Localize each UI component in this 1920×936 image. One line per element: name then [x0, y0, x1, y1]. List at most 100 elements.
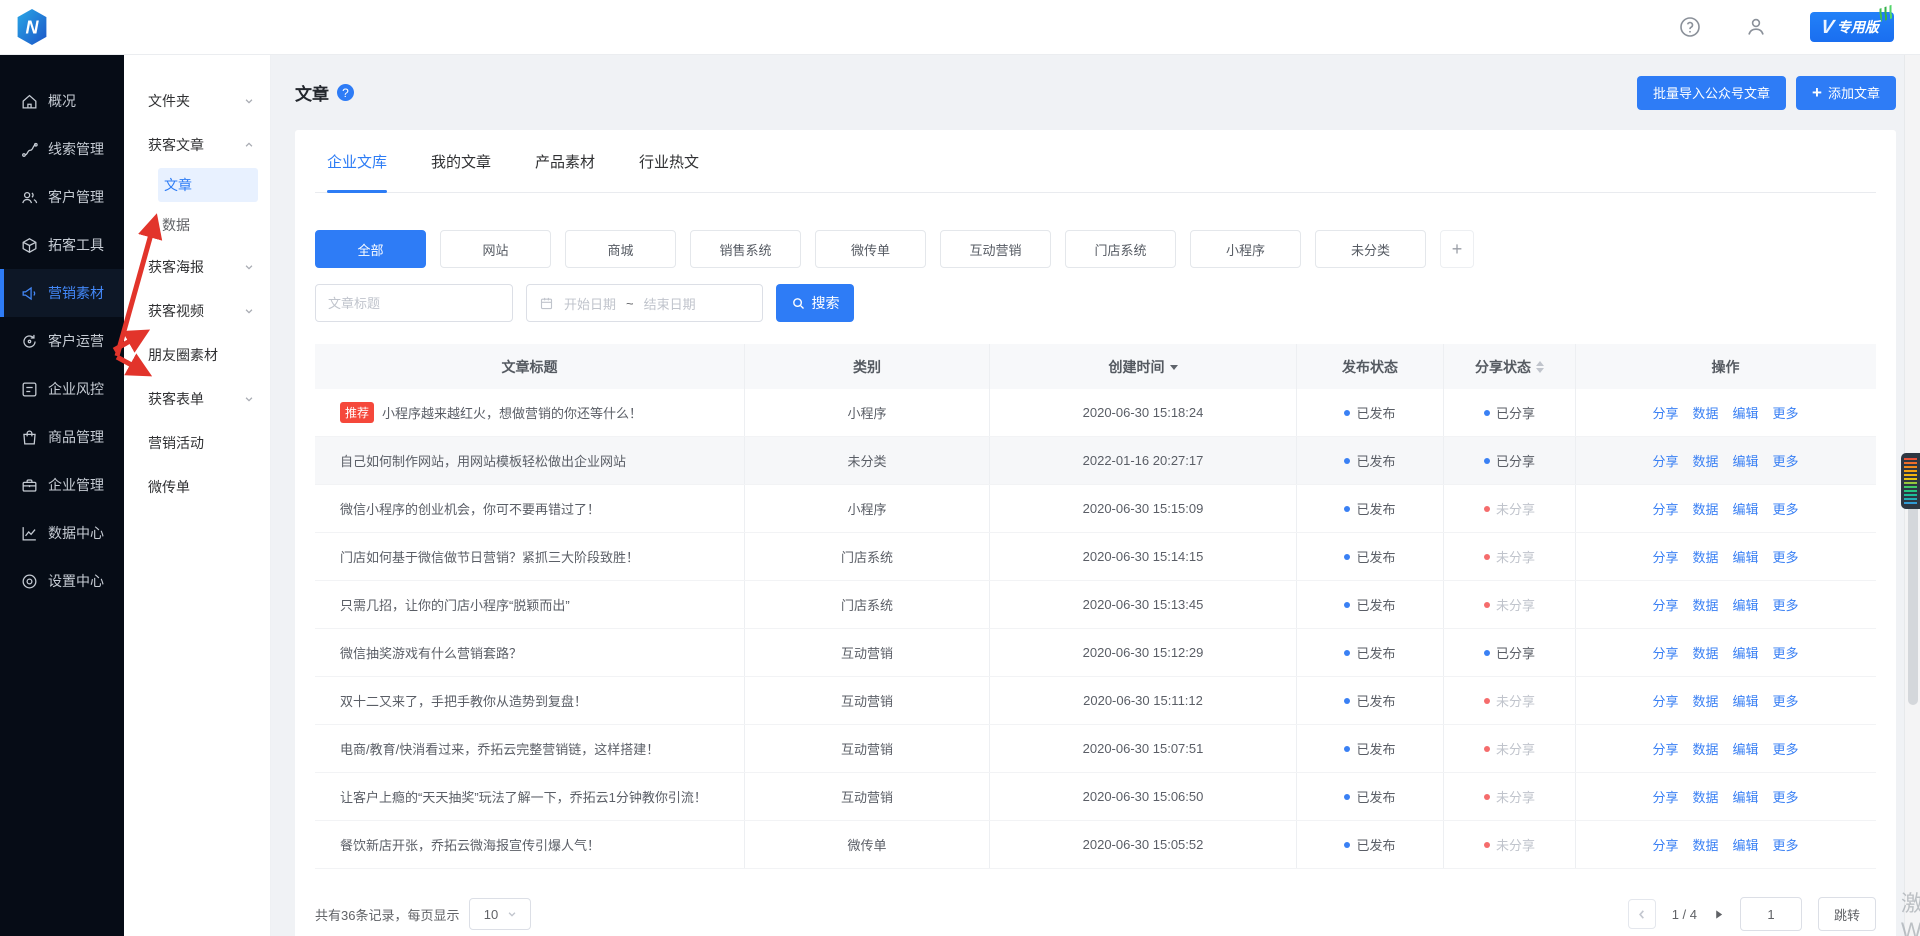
add-category-button[interactable]: +	[1440, 230, 1474, 268]
action-more[interactable]: 更多	[1773, 547, 1799, 566]
action-share[interactable]: 分享	[1652, 787, 1678, 806]
action-edit[interactable]: 编辑	[1733, 403, 1759, 422]
sidebar-item-goods[interactable]: 商品管理	[0, 413, 124, 461]
action-data[interactable]: 数据	[1692, 595, 1718, 614]
action-more[interactable]: 更多	[1773, 835, 1799, 854]
filter-chip-1[interactable]: 网站	[440, 230, 551, 268]
help-icon[interactable]	[1678, 15, 1702, 39]
submenu-item-lead-articles[interactable]: 获客文章	[124, 123, 270, 167]
action-data[interactable]: 数据	[1692, 547, 1718, 566]
action-more[interactable]: 更多	[1773, 499, 1799, 518]
sidebar-item-tools[interactable]: 拓客工具	[0, 221, 124, 269]
page-size-select[interactable]: 10	[469, 898, 531, 930]
action-data[interactable]: 数据	[1692, 835, 1718, 854]
add-article-button[interactable]: + 添加文章	[1796, 76, 1896, 110]
sidebar-item-leads[interactable]: 线索管理	[0, 125, 124, 173]
submenu-item-lead-videos[interactable]: 获客视频	[124, 289, 270, 333]
action-share[interactable]: 分享	[1652, 451, 1678, 470]
page-help-icon[interactable]: ?	[337, 84, 354, 101]
date-range-picker[interactable]: 开始日期 ~ 结束日期	[526, 284, 763, 322]
action-edit[interactable]: 编辑	[1733, 595, 1759, 614]
action-data[interactable]: 数据	[1692, 643, 1718, 662]
article-title-cell[interactable]: 门店如何基于微信做节日营销？紧抓三大阶段致胜！	[315, 533, 745, 580]
action-share[interactable]: 分享	[1652, 835, 1678, 854]
article-title-cell[interactable]: 餐饮新店开张，乔拓云微海报宣传引爆人气！	[315, 821, 745, 868]
submenu-item-micro-flyer[interactable]: 微传单	[124, 465, 270, 509]
action-more[interactable]: 更多	[1773, 403, 1799, 422]
action-share[interactable]: 分享	[1652, 691, 1678, 710]
action-edit[interactable]: 编辑	[1733, 787, 1759, 806]
article-title-input[interactable]	[315, 284, 513, 322]
sidebar-item-materials[interactable]: 营销素材	[0, 269, 124, 317]
action-data[interactable]: 数据	[1692, 499, 1718, 518]
action-data[interactable]: 数据	[1692, 787, 1718, 806]
sidebar-item-customers[interactable]: 客户管理	[0, 173, 124, 221]
action-share[interactable]: 分享	[1652, 547, 1678, 566]
sidebar-item-settings[interactable]: 设置中心	[0, 557, 124, 605]
sidebar-item-datacenter[interactable]: 数据中心	[0, 509, 124, 557]
page-jump-input[interactable]	[1740, 897, 1802, 931]
sidebar-item-risk[interactable]: 企业风控	[0, 365, 124, 413]
batch-import-button[interactable]: 批量导入公众号文章	[1637, 76, 1786, 110]
action-data[interactable]: 数据	[1692, 739, 1718, 758]
filter-chip-0[interactable]: 全部	[315, 230, 426, 268]
action-edit[interactable]: 编辑	[1733, 691, 1759, 710]
edition-badge[interactable]: V 专用版	[1810, 12, 1894, 42]
filter-chip-7[interactable]: 小程序	[1190, 230, 1301, 268]
article-title-cell[interactable]: 双十二又来了，手把手教你从造势到复盘！	[315, 677, 745, 724]
filter-chip-3[interactable]: 销售系统	[690, 230, 801, 268]
article-title-cell[interactable]: 推荐 小程序越来越红火，想做营销的你还等什么！	[315, 389, 745, 436]
action-edit[interactable]: 编辑	[1733, 547, 1759, 566]
app-logo-icon[interactable]: N	[14, 7, 50, 47]
article-title-cell[interactable]: 让客户上瘾的“天天抽奖”玩法了解一下，乔拓云1分钟教你引流！	[315, 773, 745, 820]
tab-3[interactable]: 行业热文	[639, 130, 699, 192]
action-more[interactable]: 更多	[1773, 595, 1799, 614]
action-edit[interactable]: 编辑	[1733, 499, 1759, 518]
filter-chip-5[interactable]: 互动营销	[940, 230, 1051, 268]
sidebar-item-overview[interactable]: 概况	[0, 77, 124, 125]
sort-icon[interactable]	[1536, 357, 1544, 377]
action-data[interactable]: 数据	[1692, 691, 1718, 710]
action-share[interactable]: 分享	[1652, 403, 1678, 422]
submenu-item-moments[interactable]: 朋友圈素材	[124, 333, 270, 377]
submenu-item-data[interactable]: 数据	[124, 205, 270, 245]
rainbow-scroll-widget-icon[interactable]	[1901, 453, 1920, 509]
submenu-item-lead-posters[interactable]: 获客海报	[124, 245, 270, 289]
action-more[interactable]: 更多	[1773, 787, 1799, 806]
sidebar-item-operation[interactable]: 客户运营	[0, 317, 124, 365]
action-more[interactable]: 更多	[1773, 691, 1799, 710]
article-title-cell[interactable]: 电商/教育/快消看过来，乔拓云完整营销链，这样搭建！	[315, 725, 745, 772]
article-title-cell[interactable]: 自己如何制作网站，用网站模板轻松做出企业网站	[315, 437, 745, 484]
action-share[interactable]: 分享	[1652, 739, 1678, 758]
action-edit[interactable]: 编辑	[1733, 451, 1759, 470]
filter-chip-8[interactable]: 未分类	[1315, 230, 1426, 268]
submenu-item-lead-forms[interactable]: 获客表单	[124, 377, 270, 421]
page-jump-button[interactable]: 跳转	[1818, 897, 1876, 931]
next-page-button[interactable]	[1713, 909, 1724, 920]
search-button[interactable]: 搜索	[776, 284, 854, 322]
action-more[interactable]: 更多	[1773, 643, 1799, 662]
action-edit[interactable]: 编辑	[1733, 643, 1759, 662]
tab-0[interactable]: 企业文库	[327, 130, 387, 192]
tab-2[interactable]: 产品素材	[535, 130, 595, 192]
submenu-item-campaigns[interactable]: 营销活动	[124, 421, 270, 465]
submenu-item-folder[interactable]: 文件夹	[124, 79, 270, 123]
action-more[interactable]: 更多	[1773, 451, 1799, 470]
article-title-cell[interactable]: 微信抽奖游戏有什么营销套路？	[315, 629, 745, 676]
prev-page-button[interactable]	[1628, 899, 1656, 929]
action-share[interactable]: 分享	[1652, 595, 1678, 614]
filter-chip-6[interactable]: 门店系统	[1065, 230, 1176, 268]
sort-desc-icon[interactable]	[1170, 365, 1178, 374]
action-edit[interactable]: 编辑	[1733, 835, 1759, 854]
action-data[interactable]: 数据	[1692, 403, 1718, 422]
action-edit[interactable]: 编辑	[1733, 739, 1759, 758]
sidebar-item-company[interactable]: 企业管理	[0, 461, 124, 509]
user-icon[interactable]	[1744, 15, 1768, 39]
article-title-cell[interactable]: 只需几招，让你的门店小程序“脱颖而出”	[315, 581, 745, 628]
action-share[interactable]: 分享	[1652, 643, 1678, 662]
submenu-item-articles[interactable]: 文章	[158, 168, 258, 202]
action-more[interactable]: 更多	[1773, 739, 1799, 758]
article-title-cell[interactable]: 微信小程序的创业机会，你可不要再错过了！	[315, 485, 745, 532]
filter-chip-4[interactable]: 微传单	[815, 230, 926, 268]
filter-chip-2[interactable]: 商城	[565, 230, 676, 268]
